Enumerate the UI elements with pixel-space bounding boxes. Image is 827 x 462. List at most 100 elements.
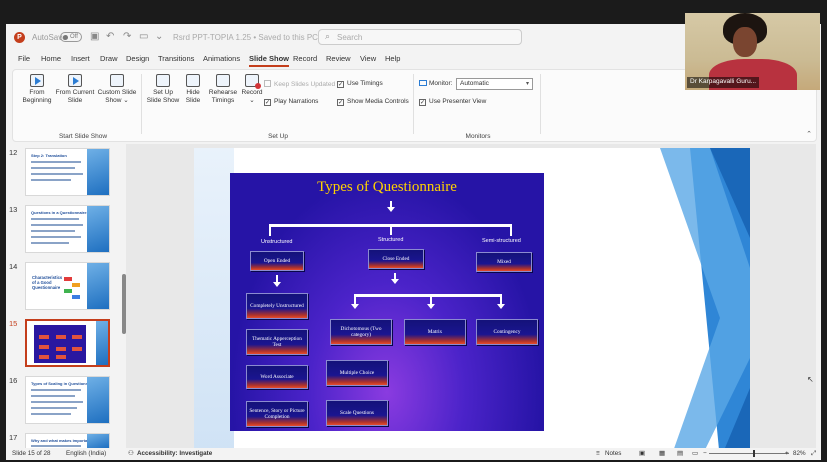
present-icon[interactable]: ▭ — [139, 31, 148, 42]
setup-slide-show-button[interactable]: Set Up Slide Show — [145, 74, 181, 105]
slide-editor: Types of Questionnaire Unstructured Stru… — [126, 144, 816, 460]
thumbnail-number: 16 — [9, 376, 18, 385]
from-current-label: From Current Slide — [55, 89, 95, 104]
current-slide[interactable]: Types of Questionnaire Unstructured Stru… — [194, 148, 750, 460]
slide-thumbnail-13[interactable]: Questions in a Questionnaire — [25, 205, 110, 253]
tab-animations[interactable]: Animations — [203, 54, 240, 63]
slide-thumbnail-14[interactable]: Characteristics of a Good Questionnaire — [25, 262, 110, 310]
tab-review[interactable]: Review — [326, 54, 351, 63]
custom-show-label: Custom Slide Show — [97, 89, 137, 104]
thumbnail-title: Questions in a Questionnaire — [31, 210, 87, 215]
node-scale-questions: Scale Questions — [326, 400, 388, 426]
zoom-slider[interactable] — [709, 453, 789, 454]
collapse-ribbon-icon[interactable]: ⌃ — [806, 130, 812, 138]
label-unstructured: Unstructured — [261, 239, 293, 245]
slide-sorter-icon[interactable]: ▦ — [659, 450, 665, 457]
tab-help[interactable]: Help — [385, 54, 400, 63]
screen-frame: P AutoSave Off ▣ ↶ ↷ ▭ ⌄ Rsrd PPT-TOPIA … — [0, 0, 827, 462]
slide-thumbnails-pane: 12 Step 2: Translation 13 Questions in a… — [6, 144, 124, 449]
play-from-current-icon — [68, 74, 82, 87]
custom-slide-show-button[interactable]: Custom Slide Show ⌄ — [97, 74, 137, 105]
powerpoint-logo-icon: P — [14, 32, 25, 43]
participant-name: Dr Karpagavalli Guru... — [687, 77, 760, 88]
tab-transitions[interactable]: Transitions — [158, 54, 194, 63]
slide-thumbnail-16[interactable]: Types of Scaling in Questionnaire — [25, 376, 110, 424]
undo-icon[interactable]: ↶ — [106, 31, 114, 42]
slide-thumbnail-17[interactable]: Why and what makes important — [25, 433, 110, 449]
thumbnail-chart-preview — [34, 325, 86, 363]
notes-button[interactable]: Notes — [605, 450, 621, 457]
notes-icon[interactable]: ≡ — [596, 450, 600, 457]
node-dichotomous: Dichotomous (Two category) — [330, 319, 392, 345]
use-timings-checkbox[interactable]: ✓ Use Timings — [337, 80, 383, 88]
search-placeholder: Search — [337, 33, 363, 42]
node-word-associate: Word Associate — [246, 365, 308, 389]
hide-slide-button[interactable]: Hide Slide — [181, 74, 205, 105]
accessibility-status[interactable]: Accessibility: Investigate — [137, 450, 212, 457]
thumbnail-number: 13 — [9, 205, 18, 214]
document-title: Rsrd PPT-TOPIA 1.25 • Saved to this PC — [173, 33, 318, 42]
zoom-in-icon[interactable]: + — [785, 450, 789, 457]
zoom-slider-knob[interactable] — [753, 450, 755, 457]
keep-slides-updated-checkbox[interactable]: Keep Slides Updated — [264, 80, 335, 88]
zoom-out-icon[interactable]: − — [703, 450, 707, 457]
tab-insert[interactable]: Insert — [71, 54, 90, 63]
node-mixed: Mixed — [476, 252, 532, 272]
hide-slide-icon — [186, 74, 200, 87]
reading-view-icon[interactable]: ▤ — [677, 450, 683, 457]
group-start-slide-show: Start Slide Show — [58, 133, 108, 140]
questionnaire-chart: Types of Questionnaire Unstructured Stru… — [230, 173, 544, 431]
monitor-select-value: Automatic — [460, 80, 489, 87]
tab-draw[interactable]: Draw — [100, 54, 118, 63]
rehearse-timings-button[interactable]: Rehearse Timings — [207, 74, 239, 105]
thumbnail-number: 17 — [9, 433, 18, 442]
tab-view[interactable]: View — [360, 54, 376, 63]
accessibility-icon: ⚇ — [128, 450, 134, 457]
mouse-cursor-icon: ↖ — [807, 375, 814, 384]
save-icon[interactable]: ▣ — [90, 31, 99, 42]
setup-show-label: Set Up Slide Show — [146, 89, 180, 104]
tab-home[interactable]: Home — [41, 54, 61, 63]
monitor-label: Monitor: — [419, 80, 452, 87]
record-button[interactable]: Record ⌄ — [239, 74, 265, 105]
monitor-select[interactable]: Automatic ▾ — [456, 78, 533, 90]
label-structured: Structured — [378, 237, 404, 243]
customize-qat-icon[interactable]: ⌄ — [155, 31, 163, 42]
thumbnail-number: 12 — [9, 148, 18, 157]
slide-count: Slide 15 of 28 — [12, 450, 51, 457]
fit-to-window-icon[interactable]: ⤢ — [811, 450, 816, 458]
from-current-slide-button[interactable]: From Current Slide — [55, 74, 95, 105]
tab-record[interactable]: Record — [293, 54, 317, 63]
redo-icon[interactable]: ↷ — [123, 31, 131, 42]
zoom-level[interactable]: 82% — [793, 450, 806, 457]
node-matrix: Matrix — [404, 319, 466, 345]
ribbon-divider — [141, 74, 142, 134]
search-input[interactable]: ⌕ Search — [318, 29, 522, 45]
search-icon: ⌕ — [325, 31, 331, 41]
participant-face — [733, 27, 757, 57]
show-media-controls-checkbox[interactable]: ✓ Show Media Controls — [337, 98, 409, 106]
slide-show-view-icon[interactable]: ▭ — [692, 450, 698, 457]
tab-slide-show[interactable]: Slide Show — [249, 54, 290, 67]
slide-content-placeholder[interactable] — [544, 173, 660, 437]
slide-thumbnail-12[interactable]: Step 2: Translation — [25, 148, 110, 196]
group-setup: Set Up — [268, 133, 288, 140]
node-thematic-apperception-test: Thematic Apperception Test — [246, 329, 308, 355]
tab-file[interactable]: File — [18, 54, 30, 63]
use-presenter-view-checkbox[interactable]: ✓ Use Presenter View — [419, 98, 486, 106]
normal-view-icon[interactable]: ▣ — [639, 450, 645, 457]
status-bar: Slide 15 of 28 English (India) ⚇ Accessi… — [6, 448, 821, 460]
slide-thumbnail-15-selected[interactable] — [25, 319, 110, 367]
from-beginning-button[interactable]: From Beginning — [19, 74, 55, 105]
tab-design[interactable]: Design — [126, 54, 149, 63]
language-status[interactable]: English (India) — [66, 450, 106, 457]
node-close-ended: Close Ended — [368, 249, 424, 269]
thumbnail-title: Characteristics of a Good Questionnaire — [32, 275, 63, 290]
play-narrations-checkbox[interactable]: ✓ Play Narrations — [264, 98, 318, 106]
participant-video-tile[interactable]: Dr Karpagavalli Guru... — [685, 13, 820, 90]
rehearse-icon — [216, 74, 230, 87]
autosave-state: Off — [70, 34, 78, 40]
chevron-down-icon: ▾ — [525, 81, 529, 87]
play-from-start-icon — [30, 74, 44, 87]
autosave-toggle[interactable]: Off — [60, 32, 82, 42]
